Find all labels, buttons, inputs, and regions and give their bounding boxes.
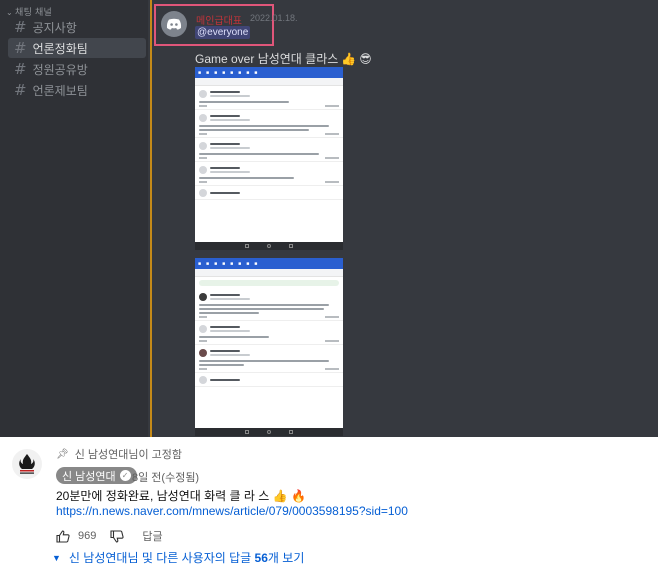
comment-time[interactable]: 8일 전(수정됨) <box>132 469 199 485</box>
discord-logo-icon <box>166 18 182 30</box>
image-comment <box>195 373 343 387</box>
image-sub-bar <box>195 78 343 86</box>
message-author[interactable]: 메인급대표 <box>196 12 242 27</box>
channel-logo-icon <box>19 454 35 474</box>
message-text: Game over 남성연대 클라스 👍 😎 <box>195 50 372 67</box>
discord-panel: ⌄ 채팅 채널 # 공지사항 # 언론정화팀 # 정원공유방 # 언론제보팀 메인급대표 … <box>0 0 658 437</box>
verified-check-icon: ✓ <box>119 470 131 481</box>
image-nav-bar: ■ ■ ■ ■ ■ ■ ■ ■ <box>195 258 343 269</box>
image-phone-nav <box>195 242 343 250</box>
image-notice-banner <box>199 280 339 286</box>
category-label: 채팅 채널 <box>15 7 53 17</box>
pin-icon: 📌︎ <box>56 448 69 460</box>
image-comment <box>195 321 343 345</box>
image-comment <box>195 110 343 138</box>
image-comment <box>195 345 343 373</box>
channel-label: 정원공유방 <box>32 62 88 77</box>
pinned-indicator: 📌︎ 신 남성연대님이 고정함 <box>56 446 182 462</box>
thumbs-up-icon: 👍 <box>272 489 288 503</box>
dislike-button[interactable] <box>110 529 124 543</box>
image-sub-bar <box>195 269 343 277</box>
message-timestamp: 2022.01.18. <box>250 13 298 23</box>
image-comment <box>195 138 343 162</box>
like-count: 969 <box>78 530 97 542</box>
channel-item-report[interactable]: # 언론제보팀 <box>8 80 146 100</box>
hash-icon: # <box>14 18 27 36</box>
comment-text: 20분만에 정화완료, 남성연대 화력 클 라 스 👍 🔥 <box>56 487 306 504</box>
image-nav-bar: ■ ■ ■ ■ ■ ■ ■ ■ <box>195 67 343 78</box>
youtube-comment: 📌︎ 신 남성연대님이 고정함 신 남성연대 ✓ 8일 전(수정됨) 20분만에 정… <box>0 437 658 576</box>
hash-icon: # <box>14 81 27 99</box>
reply-button[interactable]: 답글 <box>142 528 162 544</box>
fire-icon: 🔥 <box>290 489 306 503</box>
channel-sidebar: ⌄ 채팅 채널 # 공지사항 # 언론정화팀 # 정원공유방 # 언론제보팀 <box>0 0 148 437</box>
everyone-mention[interactable]: @everyone <box>195 26 251 39</box>
image-phone-nav <box>195 428 343 436</box>
channel-label: 공지사항 <box>32 20 77 35</box>
thumbs-down-outline-icon <box>110 529 124 543</box>
channel-item-press[interactable]: # 언론정화팀 <box>8 38 146 58</box>
replies-prefix: 신 남성연대님 및 다른 사용자의 답글 <box>68 551 252 565</box>
channel-item-notice[interactable]: # 공지사항 <box>8 17 146 37</box>
thumbs-up-outline-icon <box>56 529 70 543</box>
image-comment <box>195 86 343 110</box>
attachment-image-2[interactable]: ■ ■ ■ ■ ■ ■ ■ ■ <box>195 258 343 436</box>
thumbs-up-icon: 👍 <box>341 52 357 66</box>
caret-down-icon: ▼ <box>52 552 61 563</box>
channel-avatar[interactable] <box>12 449 42 479</box>
comment-actions: 969 답글 <box>56 528 163 544</box>
replies-count: 56 <box>254 550 268 565</box>
image-comment <box>195 289 343 321</box>
sunglasses-icon: 😎 <box>359 52 372 66</box>
image-comment <box>195 162 343 186</box>
pinned-label: 신 남성연대님이 고정함 <box>74 449 183 461</box>
message-body: Game over 남성연대 클라스 <box>195 52 339 66</box>
attachment-image-1[interactable]: ■ ■ ■ ■ ■ ■ ■ ■ <box>195 67 343 250</box>
discord-avatar[interactable] <box>161 11 187 37</box>
image-comment <box>195 186 343 200</box>
author-badge[interactable]: 신 남성연대 ✓ <box>56 467 137 484</box>
channel-item-share[interactable]: # 정원공유방 <box>8 59 146 79</box>
comment-body: 20분만에 정화완료, 남성연대 화력 클 라 스 <box>56 489 270 503</box>
channel-label: 언론정화팀 <box>32 41 88 56</box>
author-name: 신 남성연대 <box>62 470 116 483</box>
like-button[interactable] <box>56 529 70 543</box>
replies-suffix: 개 보기 <box>267 551 305 565</box>
view-replies-button[interactable]: ▼ 신 남성연대님 및 다른 사용자의 답글 56 개 보기 <box>52 549 304 566</box>
hash-icon: # <box>14 39 27 57</box>
channel-label: 언론제보팀 <box>32 83 88 98</box>
hash-icon: # <box>14 60 27 78</box>
chevron-down-icon: ⌄ <box>6 8 14 17</box>
comment-link[interactable]: https://n.news.naver.com/mnews/article/0… <box>56 504 408 518</box>
